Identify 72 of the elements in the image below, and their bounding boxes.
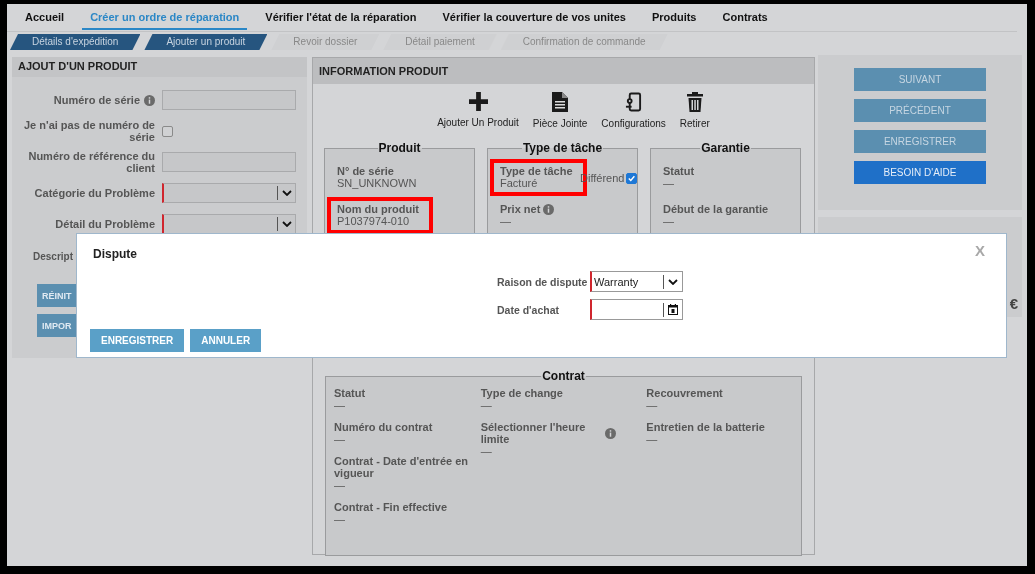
field-label: Nom du produit [337,203,419,215]
trash-icon [686,92,703,112]
caret-icon [282,190,292,196]
toolbar-button[interactable]: Ajouter Un Produit [437,92,519,129]
currency-symbol: € [1009,295,1018,312]
caret-icon [668,278,678,285]
field-label: Descript [32,250,73,262]
plus-icon [468,92,488,111]
field-label: Type de change [480,387,563,399]
date-field[interactable] [590,299,683,320]
panel-title: AJOUT D'UN PRODUIT [12,57,307,77]
input-field[interactable] [162,90,296,110]
info-icon [543,203,555,215]
field-value: — [334,433,346,446]
checkbox[interactable] [162,125,173,137]
group-title: Contrat [541,369,586,383]
field-label: Début de la garantie [663,203,769,215]
toolbar-button[interactable]: Pièce Jointe [532,92,588,129]
field-label: Sélectionner l'heure limite [480,421,587,445]
panel-title: INFORMATION PRODUIT [313,58,814,84]
field-label: Entretien de la batterie [646,421,765,433]
field-label: Date d'achat [497,303,560,316]
group-title: Garantie [700,141,751,155]
field-label: Prix net [500,203,541,215]
field-label: Numéro du contrat [334,421,433,433]
caret-icon [282,221,292,227]
calendar-icon [668,304,678,315]
group-title: Produit [377,141,422,155]
field-label: Numéro de série [53,94,140,106]
field-label: Contrat - Date d'entrée en vigueur [334,455,469,479]
field-value: — [334,399,346,412]
input-field[interactable] [162,152,296,172]
field-value: — [334,513,346,526]
info-icon [604,427,616,439]
field-value: — [646,433,659,446]
nav-tab[interactable]: Contrats [714,5,776,30]
dialog-title: Dispute [93,247,137,261]
toolbar-button[interactable]: Retirer [679,92,710,129]
field-label: Détail du Problème [55,218,155,230]
field-label: N° de série [337,165,394,177]
field-label: Raison de dispute [497,275,589,288]
nav-tab[interactable]: Vérifier la couverture de vos unites [434,5,634,30]
device-gear-icon [625,92,643,112]
field-value: — [480,445,493,458]
field-value: P1037974-010 [337,215,411,228]
nav-tab[interactable]: Accueil [17,5,73,30]
side-button[interactable]: BESOIN D'AIDE [854,161,986,184]
field-label: Numéro de référence du client [27,150,155,174]
nav-tab[interactable]: Vérifier l'état de la réparation [257,5,425,30]
toolbar-button[interactable]: Configurations [601,92,666,129]
select-field[interactable] [162,183,296,203]
field-label: Recouvrement [646,387,723,399]
field-value: — [663,177,675,190]
document-icon [552,92,569,112]
field-value: Facturé [500,177,539,190]
field-value: — [334,479,346,492]
field-value: — [480,399,493,412]
field-value: — [646,399,659,412]
field-label: Je n'ai pas de numéro de série [23,119,155,143]
checkbox[interactable] [626,172,638,184]
field-value: — [663,215,675,228]
select-field[interactable]: Warranty [590,271,683,292]
nav-tab[interactable]: Produits [643,5,705,30]
field-label: Contrat - Fin effective [334,501,448,513]
field-value: — [500,215,512,228]
info-icon [144,94,155,106]
field-label: Catégorie du Problème [34,187,155,199]
select-field[interactable] [162,214,296,234]
group-title: Type de tâche [521,141,604,155]
field-label: Type de tâche [500,165,573,177]
field-label: Statut [663,165,695,177]
field-label: Statut [334,387,366,399]
